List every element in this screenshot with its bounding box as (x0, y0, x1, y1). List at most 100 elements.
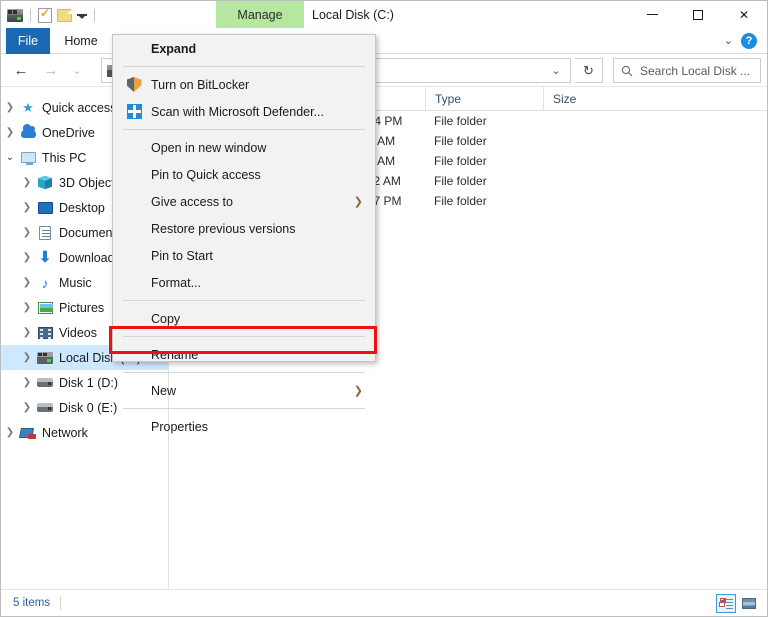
menu-item-label: Pin to Start (151, 248, 213, 263)
search-box[interactable]: Search Local Disk ... (613, 58, 761, 83)
properties-icon[interactable] (38, 6, 52, 23)
menu-item-copy[interactable]: Copy (113, 305, 375, 332)
item-count-label: 5 items (13, 597, 51, 609)
cloud-icon-wrap (19, 123, 37, 138)
menu-item-label: Properties (151, 419, 208, 434)
cube-icon (38, 175, 52, 190)
menu-item-format[interactable]: Format... (113, 269, 375, 296)
chevron-down-icon[interactable]: ⌄ (724, 34, 733, 47)
view-toggle-group (716, 594, 759, 613)
downloads-icon: ⬇ (38, 249, 52, 266)
pictures-icon (37, 301, 53, 314)
hard-disk-icon-wrap (36, 378, 54, 387)
menu-item-label: Open in new window (151, 140, 267, 155)
sidebar-item-label: Desktop (59, 200, 105, 215)
cell-type: File folder (425, 111, 543, 131)
large-icons-view-icon[interactable] (739, 594, 759, 613)
help-icon[interactable]: ? (741, 33, 757, 49)
chevron-right-icon[interactable]: ❯ (18, 352, 36, 363)
manage-tab[interactable]: Manage (216, 1, 304, 28)
music-icon-wrap: ♪ (36, 276, 54, 290)
new-folder-icon[interactable] (57, 8, 72, 22)
help-glyph: ? (745, 35, 753, 47)
back-button[interactable]: ← (7, 57, 35, 85)
search-icon (614, 65, 640, 77)
menu-separator (123, 66, 365, 67)
menu-item-label: Give access to (151, 194, 233, 209)
menu-item-give-access-to[interactable]: Give access to ❯ (113, 188, 375, 215)
chevron-right-icon: ❯ (353, 385, 363, 397)
tab-home[interactable]: Home (54, 28, 108, 54)
close-icon[interactable]: ✕ (721, 1, 767, 28)
details-view-icon[interactable] (716, 594, 736, 613)
chevron-right-icon[interactable]: ❯ (18, 377, 36, 388)
chevron-right-icon[interactable]: ❯ (18, 302, 36, 313)
tab-file[interactable]: File (6, 28, 50, 54)
tab-file-label: File (17, 34, 39, 48)
downloads-icon-wrap: ⬇ (36, 250, 54, 265)
chevron-right-icon[interactable]: ❯ (18, 177, 36, 188)
column-header-size[interactable]: Size (543, 86, 653, 111)
menu-item-scan-with-microsoft-defender[interactable]: Scan with Microsoft Defender... (113, 98, 375, 125)
menu-item-pin-to-start[interactable]: Pin to Start (113, 242, 375, 269)
column-header-type[interactable]: Type (425, 86, 543, 111)
column-header-label: Type (435, 91, 462, 106)
menu-item-label: Pin to Quick access (151, 167, 261, 182)
chevron-right-icon[interactable]: ❯ (1, 102, 19, 113)
manage-tab-label: Manage (237, 7, 283, 22)
address-dropdown-icon[interactable]: ⌄ (542, 59, 570, 82)
menu-item-restore-previous-versions[interactable]: Restore previous versions (113, 215, 375, 242)
cell-type: File folder (425, 151, 543, 171)
cloud-icon (20, 123, 36, 138)
sidebar-item-label: Network (42, 425, 88, 440)
pictures-icon-wrap (36, 301, 54, 314)
hard-disk-icon-wrap (36, 403, 54, 412)
cell-text: File folder (434, 194, 487, 208)
menu-item-label: Expand (151, 41, 197, 56)
menu-item-open-in-new-window[interactable]: Open in new window (113, 134, 375, 161)
star-icon: ★ (22, 100, 34, 115)
title-bar: Manage Local Disk (C:) ✕ (1, 1, 767, 28)
toolbar-divider (94, 8, 95, 22)
menu-item-properties[interactable]: Properties (113, 413, 375, 440)
chevron-right-icon: ❯ (353, 196, 363, 208)
menu-item-rename[interactable]: Rename (113, 341, 375, 368)
cell-size (543, 151, 653, 171)
documents-icon (39, 225, 51, 240)
menu-separator (123, 300, 365, 301)
menu-item-pin-to-quick-access[interactable]: Pin to Quick access (113, 161, 375, 188)
forward-button[interactable]: → (37, 57, 65, 85)
customize-dropdown-icon[interactable] (77, 13, 87, 19)
chevron-down-icon[interactable]: ⌄ (1, 152, 19, 163)
menu-item-expand[interactable]: Expand (113, 35, 375, 62)
chevron-right-icon[interactable]: ❯ (18, 227, 36, 238)
menu-separator (123, 336, 365, 337)
recent-locations-icon[interactable]: ⌄ (67, 57, 87, 85)
menu-item-turn-on-bitlocker[interactable]: Turn on BitLocker (113, 71, 375, 98)
chevron-right-icon[interactable]: ❯ (18, 402, 36, 413)
minimize-button[interactable] (629, 1, 675, 28)
quick-access-toolbar (7, 5, 97, 25)
chevron-right-icon[interactable]: ❯ (18, 277, 36, 288)
chevron-right-icon[interactable]: ❯ (1, 427, 19, 438)
bitlocker-shield-icon (127, 77, 142, 92)
context-menu: Expand Turn on BitLocker Scan with Microso… (112, 34, 376, 434)
sidebar-item-label: Pictures (59, 300, 105, 315)
menu-item-new[interactable]: New ❯ (113, 377, 375, 404)
drive-icon[interactable] (7, 8, 23, 22)
chevron-right-icon[interactable]: ❯ (18, 202, 36, 213)
defender-shield-icon (126, 104, 142, 119)
sidebar-item-label: Music (59, 275, 92, 290)
desktop-icon (37, 201, 53, 214)
cell-text: File folder (434, 114, 487, 128)
file-explorer-window: Manage Local Disk (C:) ✕ File Home ⌄ ? ←… (0, 0, 768, 617)
status-divider (60, 596, 62, 610)
network-icon (20, 427, 36, 439)
maximize-button[interactable] (675, 1, 721, 28)
refresh-icon[interactable]: ↻ (575, 58, 603, 83)
cell-size (543, 131, 653, 151)
chevron-right-icon[interactable]: ❯ (18, 252, 36, 263)
chevron-right-icon[interactable]: ❯ (1, 127, 19, 138)
cell-text: File folder (434, 134, 487, 148)
chevron-right-icon[interactable]: ❯ (18, 327, 36, 338)
